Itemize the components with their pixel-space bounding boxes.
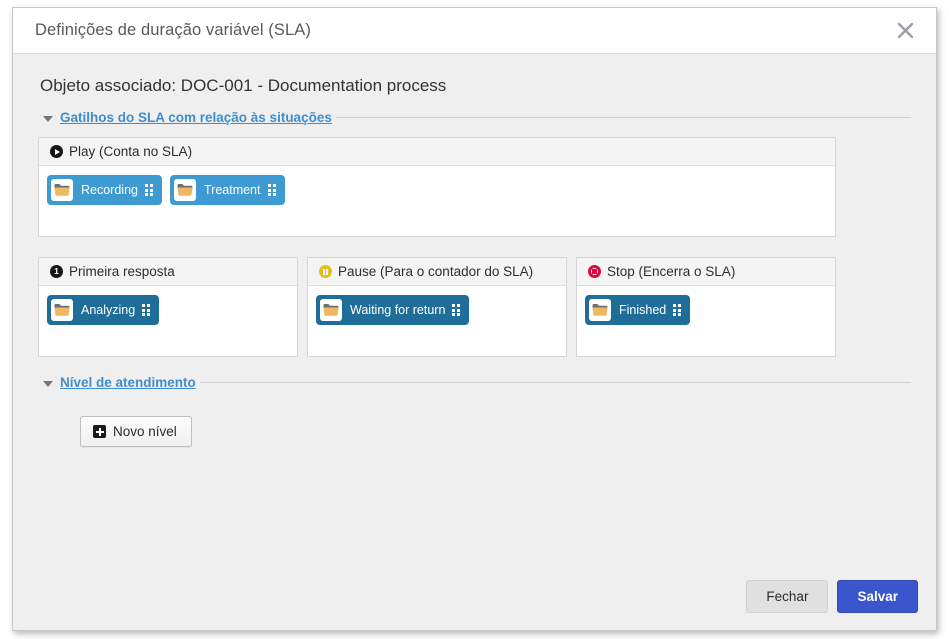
drag-handle-icon[interactable]	[452, 304, 461, 316]
trigger-panels-row: 1 Primeira resposta Analyzing Pause (Par…	[38, 257, 836, 357]
panel-first-response-title: Primeira resposta	[69, 264, 175, 279]
panel-play-body[interactable]: Recording Treatment	[39, 166, 835, 236]
panel-first-response: 1 Primeira resposta Analyzing	[38, 257, 298, 357]
panel-play-header: Play (Conta no SLA)	[39, 138, 835, 166]
plus-square-icon	[93, 425, 106, 438]
drag-handle-icon[interactable]	[673, 304, 682, 316]
close-icon[interactable]	[888, 14, 922, 48]
panel-stop-header: Stop (Encerra o SLA)	[577, 258, 835, 286]
number-one-circle-icon: 1	[50, 265, 63, 278]
panel-pause-body[interactable]: Waiting for return	[308, 286, 566, 356]
sla-settings-dialog: Definições de duração variável (SLA) Obj…	[12, 7, 937, 631]
drag-handle-icon[interactable]	[144, 184, 154, 196]
close-button[interactable]: Fechar	[746, 579, 829, 613]
panel-play: Play (Conta no SLA) Recording Treatment	[38, 137, 836, 237]
dialog-title: Definições de duração variável (SLA)	[35, 21, 311, 39]
status-chip[interactable]: Waiting for return	[316, 295, 470, 325]
save-button[interactable]: Salvar	[837, 579, 918, 613]
new-level-button[interactable]: Novo nível	[80, 416, 192, 447]
status-chip[interactable]: Recording	[47, 175, 162, 205]
drag-handle-icon[interactable]	[142, 304, 151, 316]
folder-icon	[589, 299, 611, 321]
panel-play-title: Play (Conta no SLA)	[69, 144, 193, 159]
panel-pause-header: Pause (Para o contador do SLA)	[308, 258, 566, 286]
folder-icon	[51, 179, 73, 201]
drag-handle-icon[interactable]	[267, 184, 277, 196]
triggers-section-link[interactable]: Gatilhos do SLA com relação às situações	[60, 110, 332, 125]
dialog-footer: Fechar Salvar	[13, 579, 936, 631]
panel-first-response-header: 1 Primeira resposta	[39, 258, 297, 286]
section-divider	[199, 382, 911, 383]
folder-icon	[320, 299, 342, 321]
section-divider	[335, 117, 911, 118]
status-chip[interactable]: Analyzing	[47, 295, 160, 325]
service-level-section-header: Nível de atendimento	[38, 375, 911, 390]
folder-icon	[51, 299, 73, 321]
dialog-header: Definições de duração variável (SLA)	[13, 8, 936, 54]
associated-object-label: Objeto associado: DOC-001 - Documentatio…	[40, 76, 447, 95]
pause-circle-icon	[319, 265, 332, 278]
status-chip[interactable]: Finished	[585, 295, 691, 325]
status-chip-label: Waiting for return	[350, 303, 446, 317]
panel-stop: Stop (Encerra o SLA) Finished	[576, 257, 836, 357]
triggers-section-header: Gatilhos do SLA com relação às situações	[38, 110, 911, 125]
play-circle-icon	[50, 145, 63, 158]
folder-icon	[173, 179, 196, 201]
status-chip-label: Recording	[81, 183, 138, 197]
panel-stop-body[interactable]: Finished	[577, 286, 835, 356]
stop-circle-icon	[588, 265, 601, 278]
status-chip-label: Treatment	[203, 183, 261, 197]
status-chip-label: Analyzing	[81, 303, 136, 317]
service-level-section-link[interactable]: Nível de atendimento	[60, 375, 196, 390]
status-chip-label: Finished	[619, 303, 667, 317]
panel-stop-title: Stop (Encerra o SLA)	[607, 264, 736, 279]
panel-pause-title: Pause (Para o contador do SLA)	[338, 264, 534, 279]
status-chip[interactable]: Treatment	[169, 175, 285, 205]
panel-pause: Pause (Para o contador do SLA) Waiting f…	[307, 257, 567, 357]
new-level-button-label: Novo nível	[113, 424, 177, 439]
caret-down-icon[interactable]	[43, 115, 53, 122]
panel-first-response-body[interactable]: Analyzing	[39, 286, 297, 356]
caret-down-icon[interactable]	[43, 380, 53, 387]
dialog-body: Objeto associado: DOC-001 - Documentatio…	[13, 54, 936, 580]
